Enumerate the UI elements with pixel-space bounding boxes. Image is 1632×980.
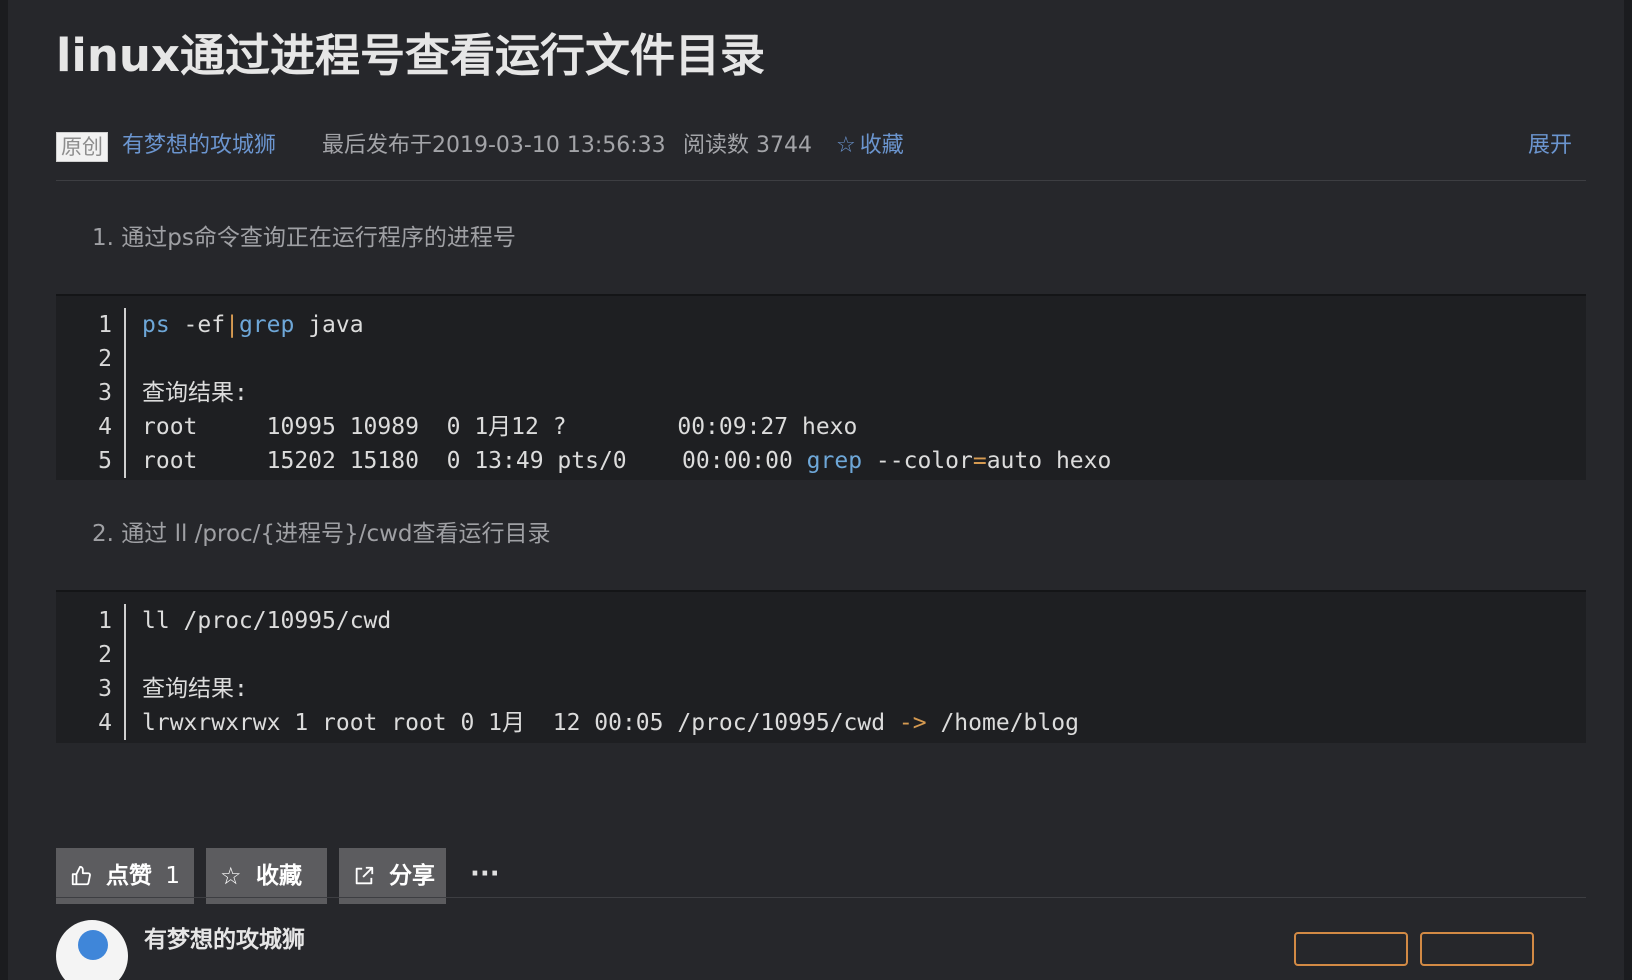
collect-button[interactable]: ☆ 收藏 bbox=[206, 848, 327, 904]
meta-divider bbox=[56, 180, 1586, 181]
code-line: root 10995 10989 0 1月12 ? 00:09:27 hexo bbox=[142, 414, 858, 440]
avatar-logo bbox=[78, 930, 108, 960]
code-operator: = bbox=[972, 448, 987, 474]
read-count: 阅读数 3744 bbox=[683, 133, 812, 158]
share-button[interactable]: 分享 bbox=[339, 848, 446, 904]
code-line: lrwxrwxrwx 1 root root 0 1月 12 00:05 /pr… bbox=[142, 706, 1079, 740]
line-number: 5 bbox=[98, 448, 112, 474]
collect-label: 收藏 bbox=[859, 133, 904, 158]
original-badge: 原创 bbox=[56, 132, 108, 162]
message-button[interactable] bbox=[1420, 932, 1534, 966]
author-footer: 有梦想的攻城狮 bbox=[56, 920, 1586, 980]
code-text: -ef bbox=[169, 312, 226, 338]
line-number: 2 bbox=[98, 346, 112, 372]
line-number: 3 bbox=[98, 676, 112, 702]
star-icon: ☆ bbox=[836, 133, 856, 158]
publish-time: 最后发布于2019-03-10 13:56:33 bbox=[322, 133, 666, 158]
code-line: root 15202 15180 0 13:49 pts/0 00:00:00 … bbox=[142, 444, 1111, 478]
article-meta: 原创 有梦想的攻城狮 最后发布于2019-03-10 13:56:33 阅读数 … bbox=[56, 126, 1586, 166]
code-line: 查询结果: bbox=[142, 380, 248, 406]
code-text: /home/blog bbox=[926, 710, 1079, 736]
line-number: 4 bbox=[98, 414, 112, 440]
follow-button[interactable] bbox=[1294, 932, 1408, 966]
line-numbers: 1 2 3 4 bbox=[56, 604, 126, 740]
line-number: 4 bbox=[98, 710, 112, 736]
like-count: 1 bbox=[165, 863, 180, 889]
code-keyword: grep bbox=[238, 312, 295, 338]
footer-author-name[interactable]: 有梦想的攻城狮 bbox=[144, 920, 305, 954]
code-operator: -> bbox=[898, 710, 927, 736]
code-text: java bbox=[294, 312, 364, 338]
like-button[interactable]: 点赞 1 bbox=[56, 848, 194, 904]
line-number: 1 bbox=[98, 312, 112, 338]
code-lines: ps -ef|grep java 查询结果: root 10995 10989 … bbox=[142, 308, 1111, 478]
collect-button-label: 收藏 bbox=[256, 863, 302, 889]
code-keyword: ps bbox=[142, 312, 170, 338]
author-link[interactable]: 有梦想的攻城狮 bbox=[122, 126, 276, 166]
article-page: linux通过进程号查看运行文件目录 原创 有梦想的攻城狮 最后发布于2019-… bbox=[8, 0, 1624, 980]
share-label: 分享 bbox=[389, 863, 435, 889]
code-block-2[interactable]: 1 2 3 4 ll /proc/10995/cwd 查询结果: lrwxrwx… bbox=[56, 590, 1586, 743]
more-icon[interactable]: ··· bbox=[470, 848, 500, 904]
article-title: linux通过进程号查看运行文件目录 bbox=[56, 29, 765, 82]
like-label: 点赞 bbox=[106, 863, 152, 889]
code-line: 查询结果: bbox=[142, 676, 248, 702]
expand-link[interactable]: 展开 bbox=[1528, 126, 1572, 166]
avatar[interactable] bbox=[56, 920, 128, 980]
code-text: auto hexo bbox=[986, 448, 1112, 474]
line-number: 3 bbox=[98, 380, 112, 406]
line-number: 1 bbox=[98, 608, 112, 634]
code-line: ps -ef|grep java bbox=[142, 308, 1111, 342]
step-1-text: 1. 通过ps命令查询正在运行程序的进程号 bbox=[92, 225, 516, 251]
collect-link[interactable]: ☆ 收藏 bbox=[836, 126, 904, 166]
line-number: 2 bbox=[98, 642, 112, 668]
code-operator: | bbox=[225, 312, 239, 338]
line-numbers: 1 2 3 4 5 bbox=[56, 308, 126, 478]
code-text: lrwxrwxrwx 1 root root 0 1月 12 00:05 /pr… bbox=[142, 710, 899, 736]
code-text: root 15202 15180 0 13:49 pts/0 00:00:00 bbox=[142, 448, 807, 474]
thumbs-up-icon bbox=[70, 848, 92, 904]
window-edge bbox=[1624, 0, 1632, 980]
code-keyword: grep bbox=[806, 448, 863, 474]
code-block-1[interactable]: 1 2 3 4 5 ps -ef|grep java 查询结果: root 10… bbox=[56, 294, 1586, 480]
footer-divider bbox=[56, 897, 1586, 898]
star-icon: ☆ bbox=[220, 862, 242, 890]
code-line: ll /proc/10995/cwd bbox=[142, 608, 392, 634]
code-lines: ll /proc/10995/cwd 查询结果: lrwxrwxrwx 1 ro… bbox=[142, 604, 1079, 740]
step-2-text: 2. 通过 ll /proc/{进程号}/cwd查看运行目录 bbox=[92, 521, 551, 547]
code-text: --color bbox=[862, 448, 973, 474]
share-icon bbox=[353, 848, 375, 904]
